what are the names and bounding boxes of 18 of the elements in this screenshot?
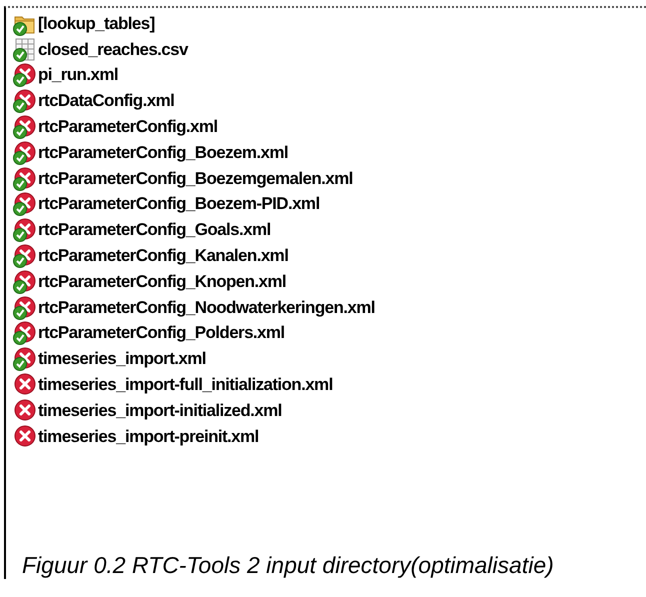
file-name[interactable]: rtcParameterConfig_Kanalen.xml <box>38 246 288 266</box>
file-name[interactable]: rtcDataConfig.xml <box>38 91 174 112</box>
file-name[interactable]: rtcParameterConfig_Boezemgemalen.xml <box>38 168 353 189</box>
file-name[interactable]: rtcParameterConfig_Polders.xml <box>38 323 285 344</box>
file-name[interactable]: timeseries_import.xml <box>38 349 206 370</box>
file-name[interactable]: timeseries_import-initialized.xml <box>38 400 282 421</box>
file-name[interactable]: timeseries_import-full_initialization.xml <box>38 375 333 396</box>
figure-caption: Figuur 0.2 RTC-Tools 2 input directory(optimalisatie) <box>4 538 646 579</box>
file-name[interactable]: rtcParameterConfig_Boezem.xml <box>38 142 288 163</box>
file-name[interactable]: timeseries_import-preinit.xml <box>38 426 259 447</box>
file-name[interactable]: rtcParameterConfig_Noodwaterkeringen.xml <box>38 298 375 318</box>
file-name[interactable]: rtcParameterConfig.xml <box>38 117 218 138</box>
file-name[interactable]: [lookup_tables] <box>38 14 155 34</box>
file-name[interactable]: rtcParameterConfig_Boezem-PID.xml <box>38 194 320 214</box>
file-name[interactable]: rtcParameterConfig_Knopen.xml <box>38 272 286 292</box>
file-name[interactable]: closed_reaches.csv <box>38 40 188 60</box>
file-name[interactable]: pi_run.xml <box>38 65 118 86</box>
file-name[interactable]: rtcParameterConfig_Goals.xml <box>38 220 271 240</box>
